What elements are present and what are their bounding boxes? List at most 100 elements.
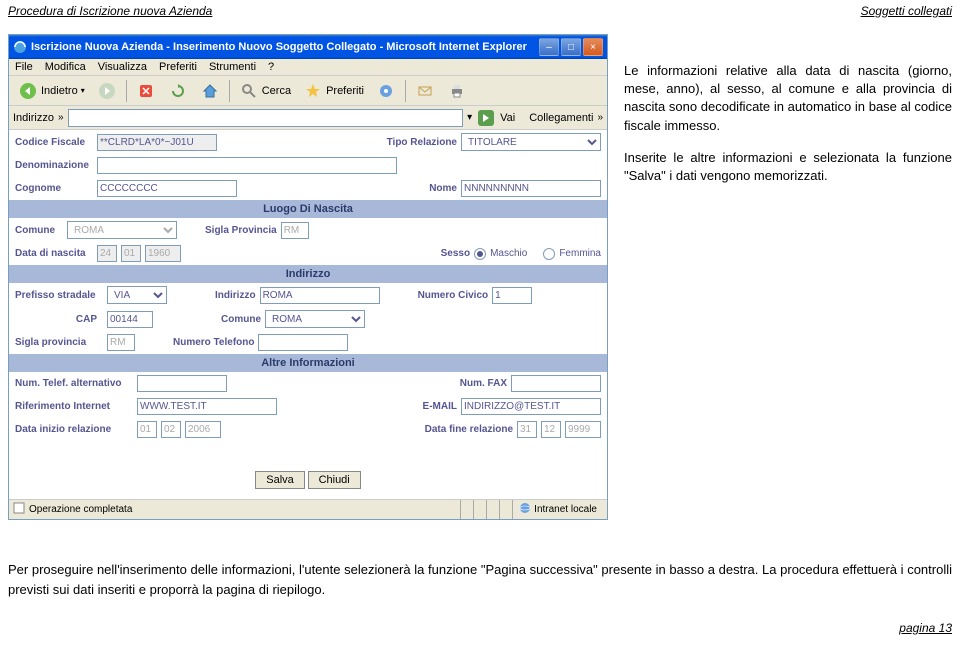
email-label: E-MAIL [423, 401, 457, 412]
go-icon[interactable] [476, 108, 496, 128]
numciv-input[interactable] [492, 287, 532, 304]
prefisso-label: Prefisso stradale [15, 290, 103, 301]
tipo-relazione-select[interactable]: TITOLARE [461, 133, 601, 151]
indirizzo-input[interactable] [260, 287, 380, 304]
favorites-button[interactable]: Preferiti [298, 79, 369, 103]
denominazione-input[interactable] [97, 157, 397, 174]
sesso-maschio-radio[interactable] [474, 248, 486, 260]
dn-giorno[interactable] [97, 245, 117, 262]
cognome-input[interactable] [97, 180, 237, 197]
telalt-input[interactable] [137, 375, 227, 392]
menu-visualizza[interactable]: Visualizza [98, 61, 147, 73]
comune-label: Comune [15, 225, 63, 236]
mail-icon [415, 81, 435, 101]
chevron-right-icon: » [58, 112, 64, 123]
rifint-input[interactable] [137, 398, 277, 415]
luogo-header: Luogo Di Nascita [9, 200, 607, 218]
home-icon [200, 81, 220, 101]
doc-header-right: Soggetti collegati [861, 4, 952, 18]
chevron-down-icon: ▾ [81, 86, 85, 95]
df-m[interactable] [541, 421, 561, 438]
media-button[interactable] [371, 79, 401, 103]
zone-text: Intranet locale [534, 504, 597, 515]
window-title: Iscrizione Nuova Azienda - Inserimento N… [31, 41, 537, 53]
stop-icon [136, 81, 156, 101]
go-label[interactable]: Vai [500, 112, 515, 124]
chevron-down-icon[interactable]: ▾ [467, 112, 472, 123]
menu-file[interactable]: File [15, 61, 33, 73]
prefisso-select[interactable]: VIA [107, 286, 167, 304]
print-button[interactable] [442, 79, 472, 103]
forward-button[interactable] [92, 79, 122, 103]
refresh-button[interactable] [163, 79, 193, 103]
maximize-button[interactable]: □ [561, 38, 581, 56]
back-button[interactable]: Indietro ▾ [13, 79, 90, 103]
codice-fiscale-input[interactable] [97, 134, 217, 151]
fax-label: Num. FAX [460, 378, 507, 389]
salva-button[interactable]: Salva [255, 471, 305, 489]
forward-icon [97, 81, 117, 101]
doc-header-left: Procedura di Iscrizione nuova Azienda [8, 4, 212, 18]
data-nascita-label: Data di nascita [15, 248, 93, 259]
sigprov2-input[interactable] [107, 334, 135, 351]
email-input[interactable] [461, 398, 601, 415]
status-text: Operazione completata [29, 504, 132, 515]
nome-input[interactable] [461, 180, 601, 197]
home-button[interactable] [195, 79, 225, 103]
dn-anno[interactable] [145, 245, 181, 262]
menu-strumenti[interactable]: Strumenti [209, 61, 256, 73]
stop-button[interactable] [131, 79, 161, 103]
back-icon [18, 81, 38, 101]
dn-mese[interactable] [121, 245, 141, 262]
nome-label: Nome [429, 183, 457, 194]
address-label: Indirizzo [13, 112, 54, 124]
chevron-right-icon: » [597, 112, 603, 123]
comune-select[interactable]: ROMA [67, 221, 177, 239]
nav-toolbar: Indietro ▾ Cerca Preferiti [9, 76, 607, 106]
df-g[interactable] [517, 421, 537, 438]
ie-icon [13, 40, 27, 54]
fax-input[interactable] [511, 375, 601, 392]
sigla-prov-label: Sigla Provincia [205, 225, 277, 236]
indirizzo-label: Indirizzo [215, 290, 256, 301]
search-label: Cerca [262, 85, 291, 97]
df-a[interactable] [565, 421, 601, 438]
side-p2: Inserite le altre informazioni e selezio… [624, 149, 952, 185]
menu-preferiti[interactable]: Preferiti [159, 61, 197, 73]
back-label: Indietro [41, 85, 78, 97]
search-button[interactable]: Cerca [234, 79, 296, 103]
form-content: Codice Fiscale Tipo Relazione TITOLARE D… [9, 130, 607, 499]
star-icon [303, 81, 323, 101]
page-footer: pagina 13 [8, 609, 952, 635]
comune2-select[interactable]: ROMA [265, 310, 365, 328]
indirizzo-header: Indirizzo [9, 265, 607, 283]
menu-modifica[interactable]: Modifica [45, 61, 86, 73]
favorites-label: Preferiti [326, 85, 364, 97]
minimize-button[interactable]: – [539, 38, 559, 56]
sesso-label: Sesso [441, 248, 470, 259]
sigprov2-label: Sigla provincia [15, 337, 103, 348]
close-button[interactable]: × [583, 38, 603, 56]
altre-header: Altre Informazioni [9, 354, 607, 372]
links-label[interactable]: Collegamenti [529, 112, 593, 124]
sigla-prov-input[interactable] [281, 222, 309, 239]
tipo-relazione-label: Tipo Relazione [387, 137, 457, 148]
codice-fiscale-label: Codice Fiscale [15, 137, 93, 148]
mail-button[interactable] [410, 79, 440, 103]
address-bar: Indirizzo » ▾ Vai Collegamenti » [9, 106, 607, 130]
telefono-input[interactable] [258, 334, 348, 351]
chiudi-button[interactable]: Chiudi [308, 471, 361, 489]
search-icon [239, 81, 259, 101]
di-m[interactable] [161, 421, 181, 438]
di-g[interactable] [137, 421, 157, 438]
cap-input[interactable] [107, 311, 153, 328]
femmina-label: Femmina [559, 248, 601, 259]
side-text: Le informazioni relative alla data di na… [624, 34, 952, 520]
menu-help[interactable]: ? [268, 61, 274, 73]
side-p1: Le informazioni relative alla data di na… [624, 62, 952, 135]
sesso-femmina-radio[interactable] [543, 248, 555, 260]
di-a[interactable] [185, 421, 221, 438]
menubar: File Modifica Visualizza Preferiti Strum… [9, 59, 607, 76]
address-input[interactable] [68, 109, 464, 127]
page-icon [13, 502, 25, 517]
